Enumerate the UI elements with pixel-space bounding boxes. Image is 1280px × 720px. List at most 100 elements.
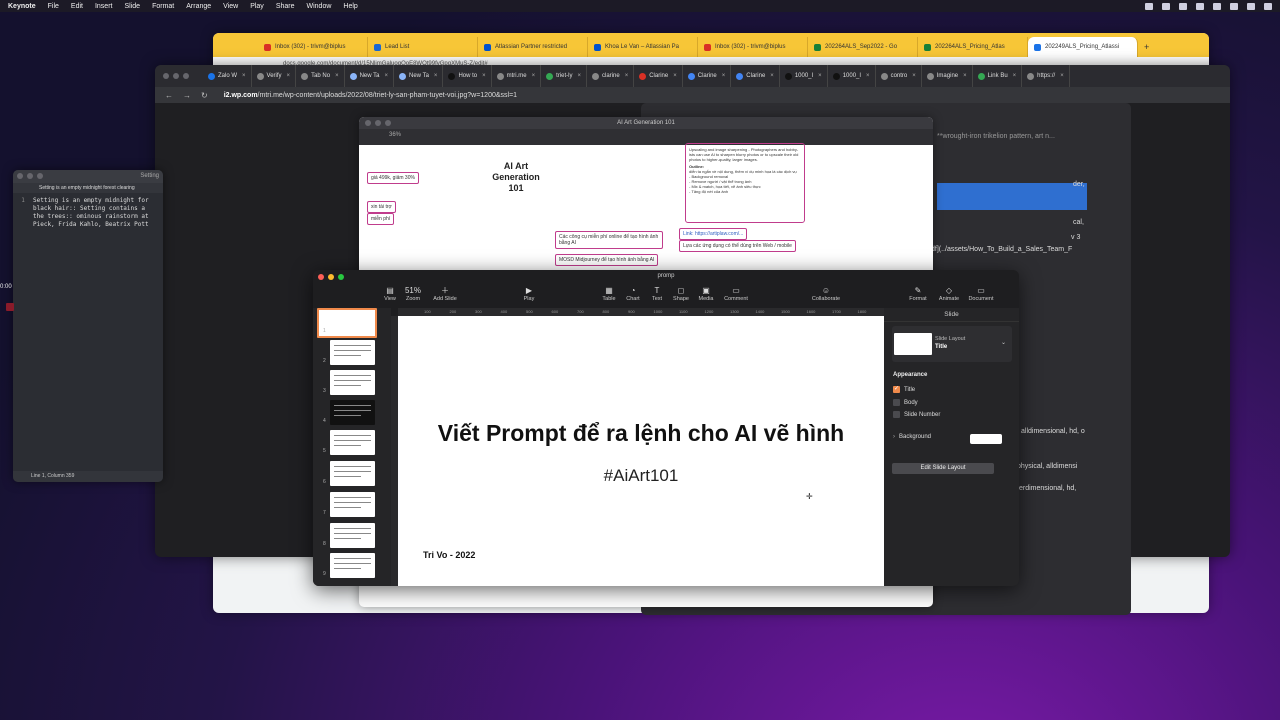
menu-share[interactable]: Share [276,3,295,10]
screen-icon[interactable] [1179,2,1187,10]
menu-window[interactable]: Window [307,3,332,10]
slide-navigator[interactable]: 1 2 3 4 5 6 7 8 9 [313,308,391,586]
tab-gmail[interactable]: Inbox (302) - trivm@biplus [258,37,368,57]
tab-lead-list[interactable]: Lead List [368,37,478,57]
background-color-swatch[interactable] [970,434,1002,444]
browser-tab[interactable]: contro × [876,65,922,87]
menu-format[interactable]: Format [152,3,174,10]
browser-tab[interactable]: How to × [443,65,492,87]
minimize-button[interactable] [328,274,334,280]
slide-author[interactable]: Tri Vo - 2022 [423,550,475,560]
slide-layout-picker[interactable]: Slide Layout Title ⌄ [892,326,1012,362]
code-area[interactable]: 1 Setting is an empty midnight for black … [13,193,163,229]
toolbar-add-slide-button[interactable]: ＋ Add Slide [425,286,465,302]
browser-tab[interactable]: Clarine × [683,65,732,87]
slide-title[interactable]: Viết Prompt để ra lệnh cho AI vẽ hình [398,420,884,447]
tab-active-doc[interactable]: 202249ALS_Pricing_Atlassi [1028,37,1138,57]
close-icon[interactable]: × [673,73,677,79]
browser-tab[interactable]: 1000_I × [780,65,828,87]
mindmap-node[interactable]: MOSD Midjourney để tạo hình ảnh bằng AI [555,254,659,266]
dropbox-icon[interactable] [1145,2,1153,10]
mindmap-link[interactable]: Link: https://artiplaw.com/... [679,228,748,240]
mindmap-node[interactable]: Các công cụ miễn phí online để tạo hình … [555,231,663,249]
new-tab-button[interactable]: + [1138,37,1158,57]
browser-tab[interactable]: https:// × [1022,65,1070,87]
slide-thumbnail[interactable] [330,340,375,365]
tab-gmail-2[interactable]: Inbox (302) - trivm@biplus [698,37,808,57]
browser-tab[interactable]: Imagine × [922,65,973,87]
close-icon[interactable]: × [722,73,726,79]
close-icon[interactable]: × [912,73,916,79]
toolbar-collaborate-button[interactable]: ☺ Collaborate [806,286,846,302]
checkbox-slide-number[interactable]: Slide Number [893,411,940,418]
browser-tab[interactable]: clarine × [587,65,635,87]
close-icon[interactable]: × [963,73,967,79]
browser-tab[interactable]: Tab No × [296,65,345,87]
mindmap-node[interactable]: xin tài trợ [367,201,396,213]
mindmap-node[interactable]: giá 499k, giảm 30% [367,172,419,184]
bluetooth-icon[interactable] [1196,2,1204,10]
tab-atlassian[interactable]: Atlassian Partner restricted [478,37,588,57]
editor-tab[interactable]: Setting is an empty midnight forest clea… [13,183,163,193]
close-icon[interactable]: × [532,73,536,79]
close-icon[interactable]: × [385,73,389,79]
window-controls[interactable] [365,120,391,126]
close-icon[interactable]: × [578,73,582,79]
slide-canvas[interactable]: Viết Prompt để ra lệnh cho AI vẽ hình #A… [398,316,884,586]
mindmap-node[interactable]: miễn phí [367,213,395,225]
background-row[interactable]: › Background [893,434,931,440]
mindmap-node[interactable]: Lựa các ứng dụng có thể dùng trên Web / … [679,240,796,252]
browser-tab[interactable]: Link Bu × [973,65,1023,87]
browser-tab[interactable]: Verify × [252,65,297,87]
slide-thumbnail[interactable] [317,308,377,338]
menu-edit[interactable]: Edit [71,3,83,10]
window-controls[interactable] [318,274,344,280]
tab-atlassian-2[interactable]: Khoa Le Van – Atlassian Pa [588,37,698,57]
tab-sheet-1[interactable]: 202264ALS_Sep2022 - Go [808,37,918,57]
record-icon[interactable] [6,303,14,311]
browser-tab[interactable]: Clarine × [634,65,683,87]
battery-icon[interactable] [1213,2,1221,10]
menu-arrange[interactable]: Arrange [186,3,211,10]
disclosure-icon[interactable]: › [893,434,895,440]
close-icon[interactable]: × [625,73,629,79]
menu-view[interactable]: View [223,3,238,10]
menu-play[interactable]: Play [250,3,264,10]
app-menu[interactable]: Keynote [8,3,36,10]
reload-icon[interactable]: ↻ [201,91,208,100]
close-icon[interactable]: × [434,73,438,79]
close-button[interactable] [318,274,324,280]
close-icon[interactable]: × [770,73,774,79]
close-icon[interactable]: × [866,73,870,79]
browser-tab[interactable]: triet-ly × [541,65,588,87]
menu-insert[interactable]: Insert [95,3,113,10]
cloud-icon[interactable] [1162,2,1170,10]
browser-tab[interactable]: New Ta × [345,65,395,87]
forward-icon[interactable]: → [183,91,191,100]
close-icon[interactable]: × [818,73,822,79]
search-icon[interactable] [1247,2,1255,10]
browser-tab[interactable]: New Ta × [394,65,444,87]
close-icon[interactable]: × [1013,73,1017,79]
close-icon[interactable]: × [1060,73,1064,79]
slide-subtitle[interactable]: #AiArt101 [398,466,884,486]
slide-thumbnail[interactable] [330,492,375,517]
wifi-icon[interactable] [1230,2,1238,10]
window-controls[interactable] [163,73,189,79]
toolbar-document-button[interactable]: ▭ Document [961,286,1001,302]
close-icon[interactable]: × [482,73,486,79]
slide-thumbnail[interactable] [330,461,375,486]
close-icon[interactable]: × [335,73,339,79]
browser-tab[interactable]: 1000_I × [828,65,876,87]
back-icon[interactable]: ← [165,91,173,100]
zoom-button[interactable] [338,274,344,280]
tab-sheet-2[interactable]: 202264ALS_Pricing_Atlas [918,37,1028,57]
menu-file[interactable]: File [48,3,59,10]
browser-tab[interactable]: Zalo W × [203,65,252,87]
mindmap-note[interactable]: Upscaling and image sharpening - Photogr… [685,143,805,223]
close-icon[interactable]: × [242,73,246,79]
control-center-icon[interactable] [1264,2,1272,10]
checkbox-title[interactable]: ✓ Title [893,386,915,393]
slide-thumbnail[interactable] [330,400,375,425]
browser-tab[interactable]: mtri.me × [492,65,542,87]
